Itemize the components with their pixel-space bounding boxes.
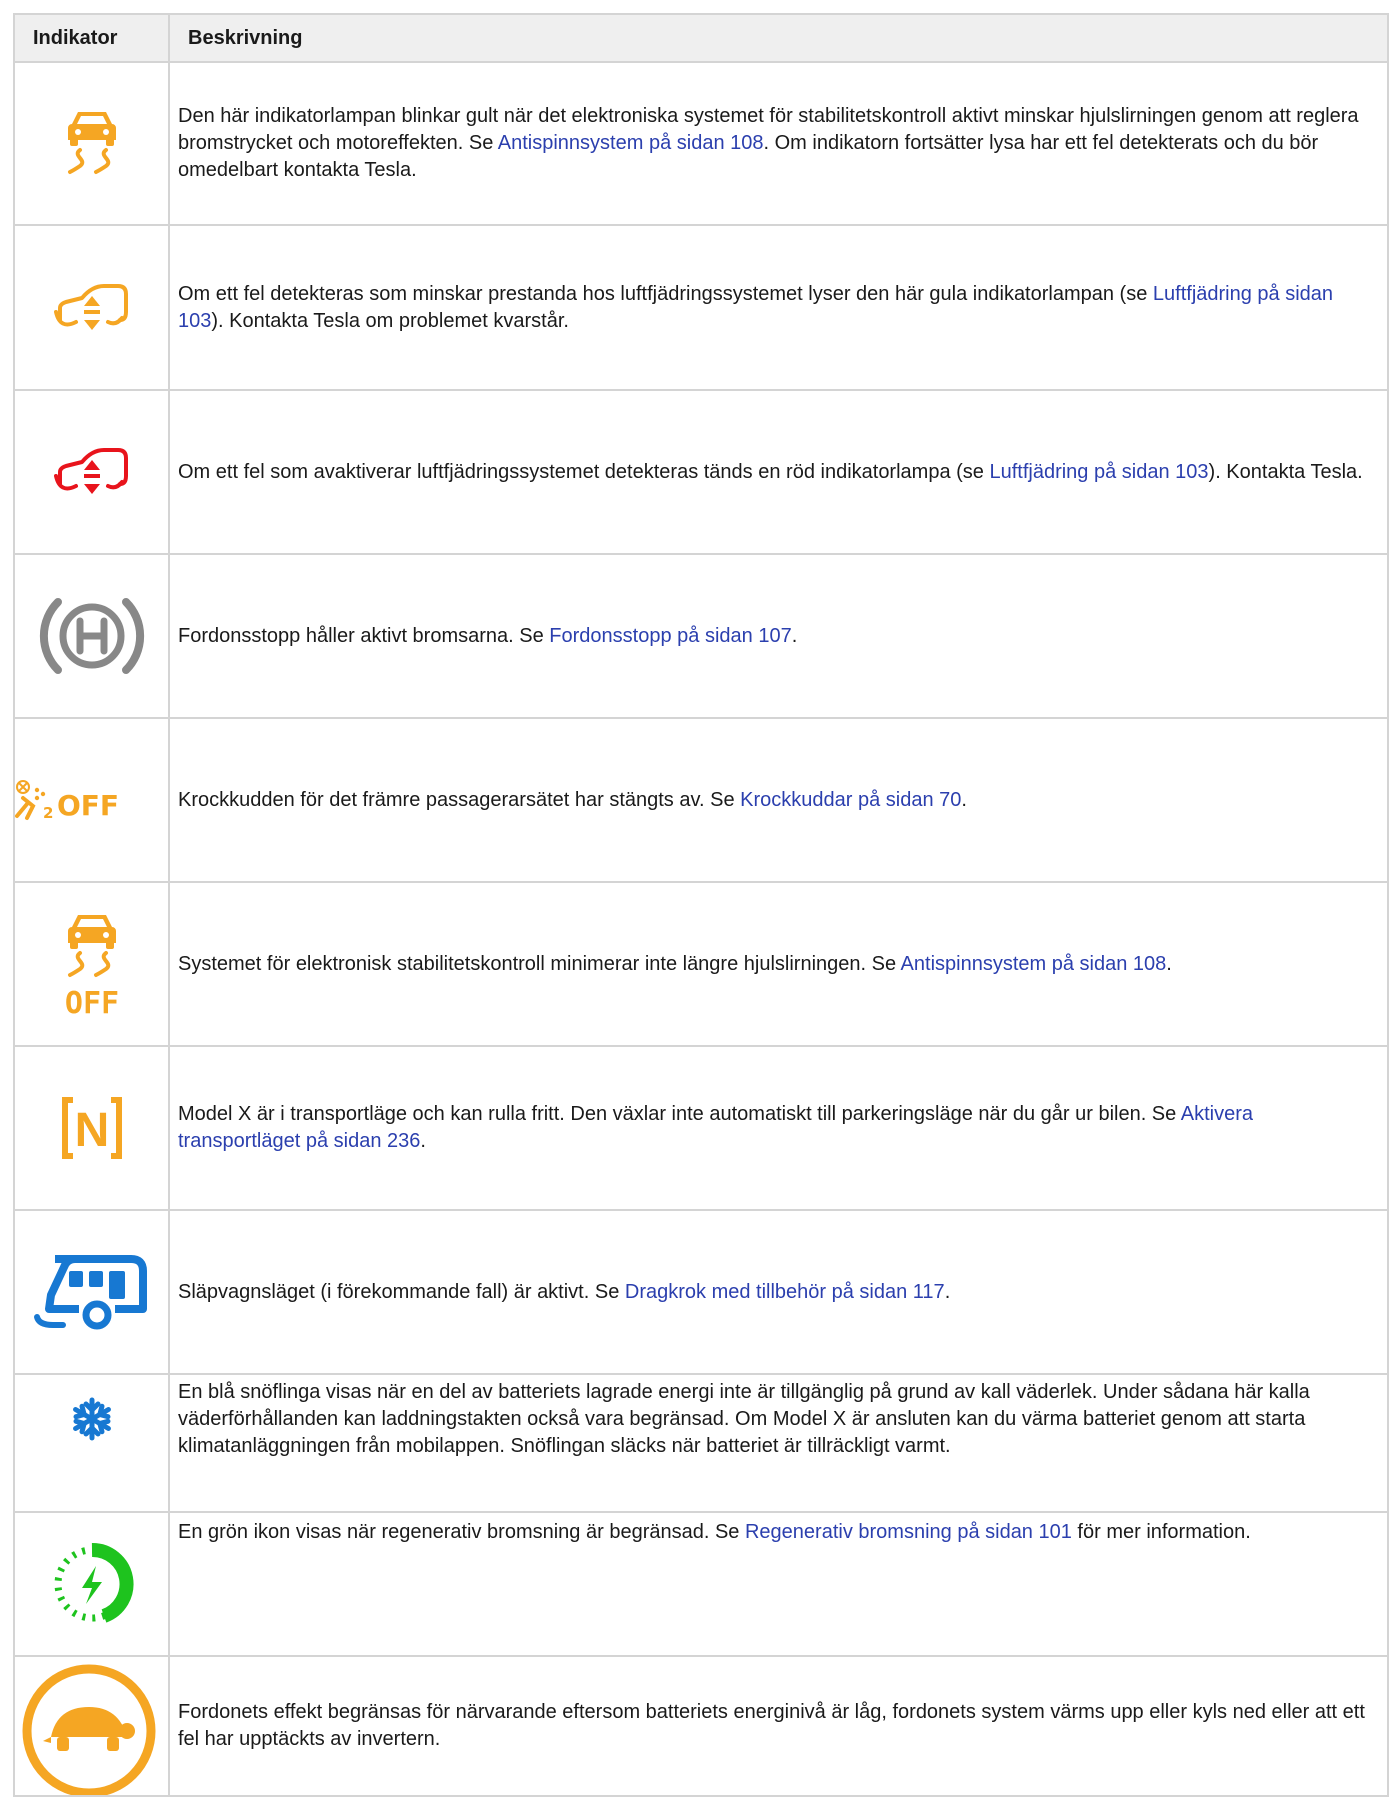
description-text: Släpvagnsläget (i förekommande fall) är … (178, 1280, 625, 1303)
description-text-after: . (420, 1130, 426, 1152)
regen-limited-icon (54, 1542, 133, 1623)
description-text: Model X är i transportläge och kan rulla… (178, 1103, 1181, 1125)
indicator-cell (13, 1209, 170, 1375)
description-cell: Om ett fel som avaktiverar luftfjädrings… (168, 389, 1389, 555)
description-text-after: . (961, 788, 967, 811)
table-row: OFF Systemet för elektronisk stabilitets… (13, 881, 1389, 1047)
indicator-cell (13, 1373, 170, 1513)
table-row: En blå snöflinga visas när en del av bat… (13, 1373, 1389, 1513)
description-cell: En blå snöflinga visas när en del av bat… (168, 1373, 1389, 1513)
description-text: Om ett fel detekteras som minskar presta… (178, 282, 1153, 305)
reduced-power-turtle-icon (22, 1664, 156, 1794)
indicator-page: Indikator Beskrivning Den här indikatorl… (0, 0, 1399, 1820)
indicator-cell (13, 61, 170, 226)
description-cell: Om ett fel detekteras som minskar presta… (168, 224, 1389, 391)
indicator-table: Indikator Beskrivning Den här indikatorl… (13, 13, 1389, 1797)
svg-text:OFF: OFF (57, 789, 119, 822)
description-cell: En grön ikon visas när regenerativ broms… (168, 1511, 1389, 1657)
indicator-cell (13, 1655, 170, 1797)
description-text: Systemet för elektronisk stabilitetskont… (178, 952, 901, 975)
table-row: Den här indikatorlampan blinkar gult när… (13, 61, 1389, 226)
description-text: Fordonets effekt begränsas för närvarand… (178, 1701, 1365, 1750)
page-reference-link[interactable]: Luftfjädring på sidan 103 (989, 461, 1208, 483)
description-text: Om ett fel som avaktiverar luftfjädrings… (178, 460, 990, 483)
page-reference-link[interactable]: Regenerativ bromsning på sidan 101 (745, 1521, 1072, 1543)
description-text: En grön ikon visas när regenerativ broms… (178, 1521, 745, 1543)
traction-control-off-icon: OFF (64, 915, 119, 1019)
snowflake-icon (72, 1397, 111, 1441)
trailer-mode-icon (33, 1255, 147, 1330)
table-row: Släpvagnsläget (i förekommande fall) är … (13, 1209, 1389, 1375)
svg-text:OFF: OFF (64, 986, 118, 1019)
description-cell: Krockkudden för det främre passagerarsät… (168, 717, 1389, 883)
description-cell: Systemet för elektronisk stabilitetskont… (168, 881, 1389, 1047)
indicator-cell (13, 224, 170, 391)
indicator-cell (13, 1511, 170, 1657)
table-row: Fordonsstopp håller aktivt bromsarna. Se… (13, 553, 1389, 719)
description-text: Fordonsstopp håller aktivt bromsarna. Se (178, 624, 550, 647)
description-text-after: ). Kontakta Tesla. (1208, 460, 1363, 483)
description-cell: Släpvagnsläget (i förekommande fall) är … (168, 1209, 1389, 1375)
svg-text:N: N (74, 1104, 109, 1157)
indicator-cell (13, 389, 170, 555)
column-header-description: Beskrivning (168, 13, 1389, 63)
description-text-after: . (1166, 952, 1172, 975)
table-row: Om ett fel som avaktiverar luftfjädrings… (13, 389, 1389, 555)
page-reference-link[interactable]: Antispinnsystem på sidan 108 (901, 953, 1167, 975)
page-reference-link[interactable]: Dragkrok med tillbehör på sidan 117 (625, 1281, 945, 1303)
description-text: En blå snöflinga visas när en del av bat… (178, 1381, 1310, 1457)
indicator-cell: OFF (13, 881, 170, 1047)
description-cell: Model X är i transportläge och kan rulla… (168, 1045, 1389, 1211)
indicator-cell (13, 553, 170, 719)
svg-text:2: 2 (43, 804, 53, 822)
transport-mode-icon: N (61, 1097, 122, 1159)
vehicle-hold-icon (39, 598, 144, 674)
table-row: Om ett fel detekteras som minskar presta… (13, 224, 1389, 391)
traction-control-icon (67, 111, 116, 174)
passenger-airbag-off-icon: 2 OFF (15, 780, 119, 822)
table-row: En grön ikon visas när regenerativ broms… (13, 1511, 1389, 1657)
description-text-after: . (791, 624, 798, 647)
page-reference-link[interactable]: Krockkuddar på sidan 70 (740, 789, 961, 811)
page-reference-link[interactable]: Antispinnsystem på sidan 108 (498, 132, 764, 154)
table-row: N Model X är i transportläge och kan rul… (13, 1045, 1389, 1211)
air-suspension-warning-icon (53, 283, 128, 330)
description-cell: Fordonets effekt begränsas för närvarand… (168, 1655, 1389, 1797)
indicator-cell: 2 OFF (13, 717, 170, 883)
description-text-after: ). Kontakta Tesla om problemet kvarstår. (211, 309, 569, 332)
air-suspension-fault-icon (53, 448, 128, 494)
description-cell: Fordonsstopp håller aktivt bromsarna. Se… (168, 553, 1389, 719)
description-text-after: . (944, 1280, 951, 1303)
description-cell: Den här indikatorlampan blinkar gult när… (168, 61, 1389, 226)
page-reference-link[interactable]: Fordonsstopp på sidan 107 (549, 625, 791, 647)
column-header-indicator: Indikator (13, 13, 170, 63)
table-row: Fordonets effekt begränsas för närvarand… (13, 1655, 1389, 1797)
table-header-row: Indikator Beskrivning (13, 13, 1389, 63)
description-text: Krockkudden för det främre passagerarsät… (178, 788, 741, 811)
description-text-after: för mer information. (1071, 1521, 1251, 1543)
table-row: 2 OFF Krockkudden för det främre passage… (13, 717, 1389, 883)
indicator-cell: N (13, 1045, 170, 1211)
